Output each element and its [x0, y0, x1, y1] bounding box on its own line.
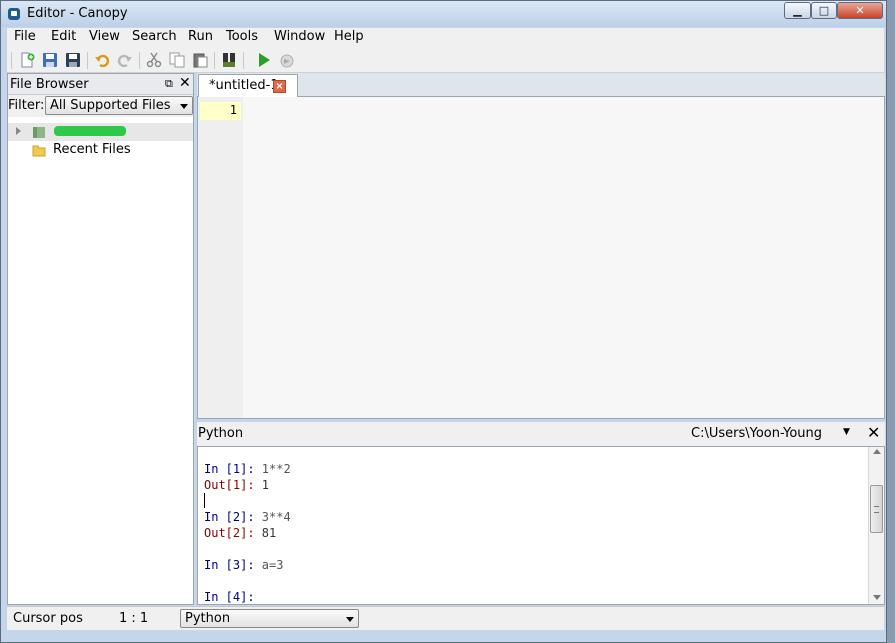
redo-icon[interactable]: [117, 52, 133, 68]
run-disabled-icon[interactable]: [279, 52, 295, 68]
cursor-pos-label: Cursor pos: [13, 611, 83, 626]
tab-label: *untitled-1: [209, 78, 279, 93]
console-line: In [3]: a=3: [204, 558, 284, 572]
project-folder-icon: [33, 127, 45, 138]
save-icon[interactable]: [42, 52, 58, 68]
chevron-down-icon: [346, 617, 354, 622]
toolbar-separator: [243, 52, 244, 69]
scroll-down-icon[interactable]: [873, 595, 881, 600]
chevron-down-icon: [180, 104, 188, 109]
menu-view[interactable]: View: [89, 29, 120, 44]
tree-item-label: Recent Files: [53, 142, 131, 157]
menu-bar: File Edit View Search Run Tools Window H…: [7, 28, 884, 48]
console-title: Python: [198, 426, 244, 441]
menu-tools[interactable]: Tools: [226, 29, 258, 44]
working-directory: C:\Users\Yoon-Young: [691, 426, 823, 441]
file-browser-panel: File Browser ⧉ ✕ Filter: All Supported F…: [7, 73, 194, 605]
undo-icon[interactable]: [94, 52, 110, 68]
save-all-icon[interactable]: [65, 52, 81, 68]
maximize-button[interactable]: □: [811, 2, 837, 19]
scroll-up-icon[interactable]: [873, 449, 881, 454]
canopy-window: Editor - Canopy ▁ □ ✕ File Edit View Sea…: [0, 0, 887, 643]
cut-icon[interactable]: [146, 52, 162, 68]
code-text-area[interactable]: [243, 97, 884, 418]
python-console-header: Python C:\Users\Yoon-Young ▼ ✕: [197, 422, 885, 446]
redacted-label: [54, 126, 126, 136]
main-toolbar: [7, 48, 884, 73]
python-console[interactable]: In [1]: 1**2 Out[1]: 1 In [2]: 3**4 Out[…: [197, 446, 885, 605]
debug-icon[interactable]: [221, 52, 237, 68]
console-line: In [1]: 1**2: [204, 462, 291, 476]
copy-icon[interactable]: [169, 52, 185, 68]
code-editor[interactable]: 1: [197, 97, 885, 419]
filter-dropdown[interactable]: All Supported Files: [45, 96, 193, 115]
menu-window[interactable]: Window: [274, 29, 325, 44]
window-title: Editor - Canopy: [27, 6, 128, 21]
console-line: Out[2]: 81: [204, 526, 277, 540]
editor-tab-bar: *untitled-1 ×: [197, 73, 885, 97]
minimize-button[interactable]: ▁: [784, 2, 811, 19]
close-panel-icon[interactable]: ✕: [179, 75, 191, 91]
tab-untitled-1[interactable]: *untitled-1 ×: [198, 74, 298, 97]
text-cursor: [204, 493, 205, 508]
menu-edit[interactable]: Edit: [51, 29, 76, 44]
menu-run[interactable]: Run: [188, 29, 213, 44]
console-line: In [2]: 3**4: [204, 510, 291, 524]
expand-arrow-icon[interactable]: [16, 127, 21, 135]
close-window-button[interactable]: ✕: [837, 2, 883, 19]
language-dropdown[interactable]: Python: [180, 609, 359, 628]
toolbar-separator: [87, 52, 88, 69]
tree-item-recent-files[interactable]: Recent Files: [8, 141, 193, 159]
paste-icon[interactable]: [192, 52, 208, 68]
scrollbar-thumb[interactable]: [870, 485, 883, 533]
menu-search[interactable]: Search: [132, 29, 177, 44]
canopy-app-icon: [8, 8, 20, 20]
close-tab-icon[interactable]: ×: [273, 80, 286, 93]
menu-help[interactable]: Help: [334, 29, 364, 44]
run-icon[interactable]: [256, 52, 272, 68]
file-browser-title: File Browser: [10, 77, 89, 92]
console-scrollbar[interactable]: [868, 447, 884, 604]
line-number-gutter: 1: [198, 97, 243, 418]
file-browser-header: File Browser ⧉ ✕: [8, 74, 193, 95]
menu-file[interactable]: File: [14, 29, 36, 44]
filter-row: Filter: All Supported Files: [8, 95, 193, 117]
tree-item-project[interactable]: [8, 123, 193, 141]
title-bar[interactable]: Editor - Canopy ▁ □ ✕: [1, 1, 886, 27]
close-console-icon[interactable]: ✕: [867, 423, 880, 442]
filter-value: All Supported Files: [50, 98, 171, 113]
current-line-highlight: 1: [200, 102, 241, 120]
filter-label: Filter:: [8, 98, 45, 113]
console-line: In [4]:: [204, 590, 262, 604]
toolbar-separator: [139, 52, 140, 69]
float-panel-icon[interactable]: ⧉: [165, 77, 173, 91]
line-number: 1: [229, 103, 237, 117]
toolbar-separator: [214, 52, 215, 69]
cursor-position: 1 : 1: [119, 611, 149, 626]
status-bar: Cursor pos 1 : 1 Python: [7, 606, 884, 630]
console-line: Out[1]: 1: [204, 478, 270, 492]
folder-icon: [32, 145, 46, 157]
directory-dropdown-icon[interactable]: ▼: [843, 427, 850, 437]
toolbar-grip: [11, 52, 12, 69]
new-file-icon[interactable]: [19, 52, 35, 68]
language-value: Python: [185, 611, 231, 626]
